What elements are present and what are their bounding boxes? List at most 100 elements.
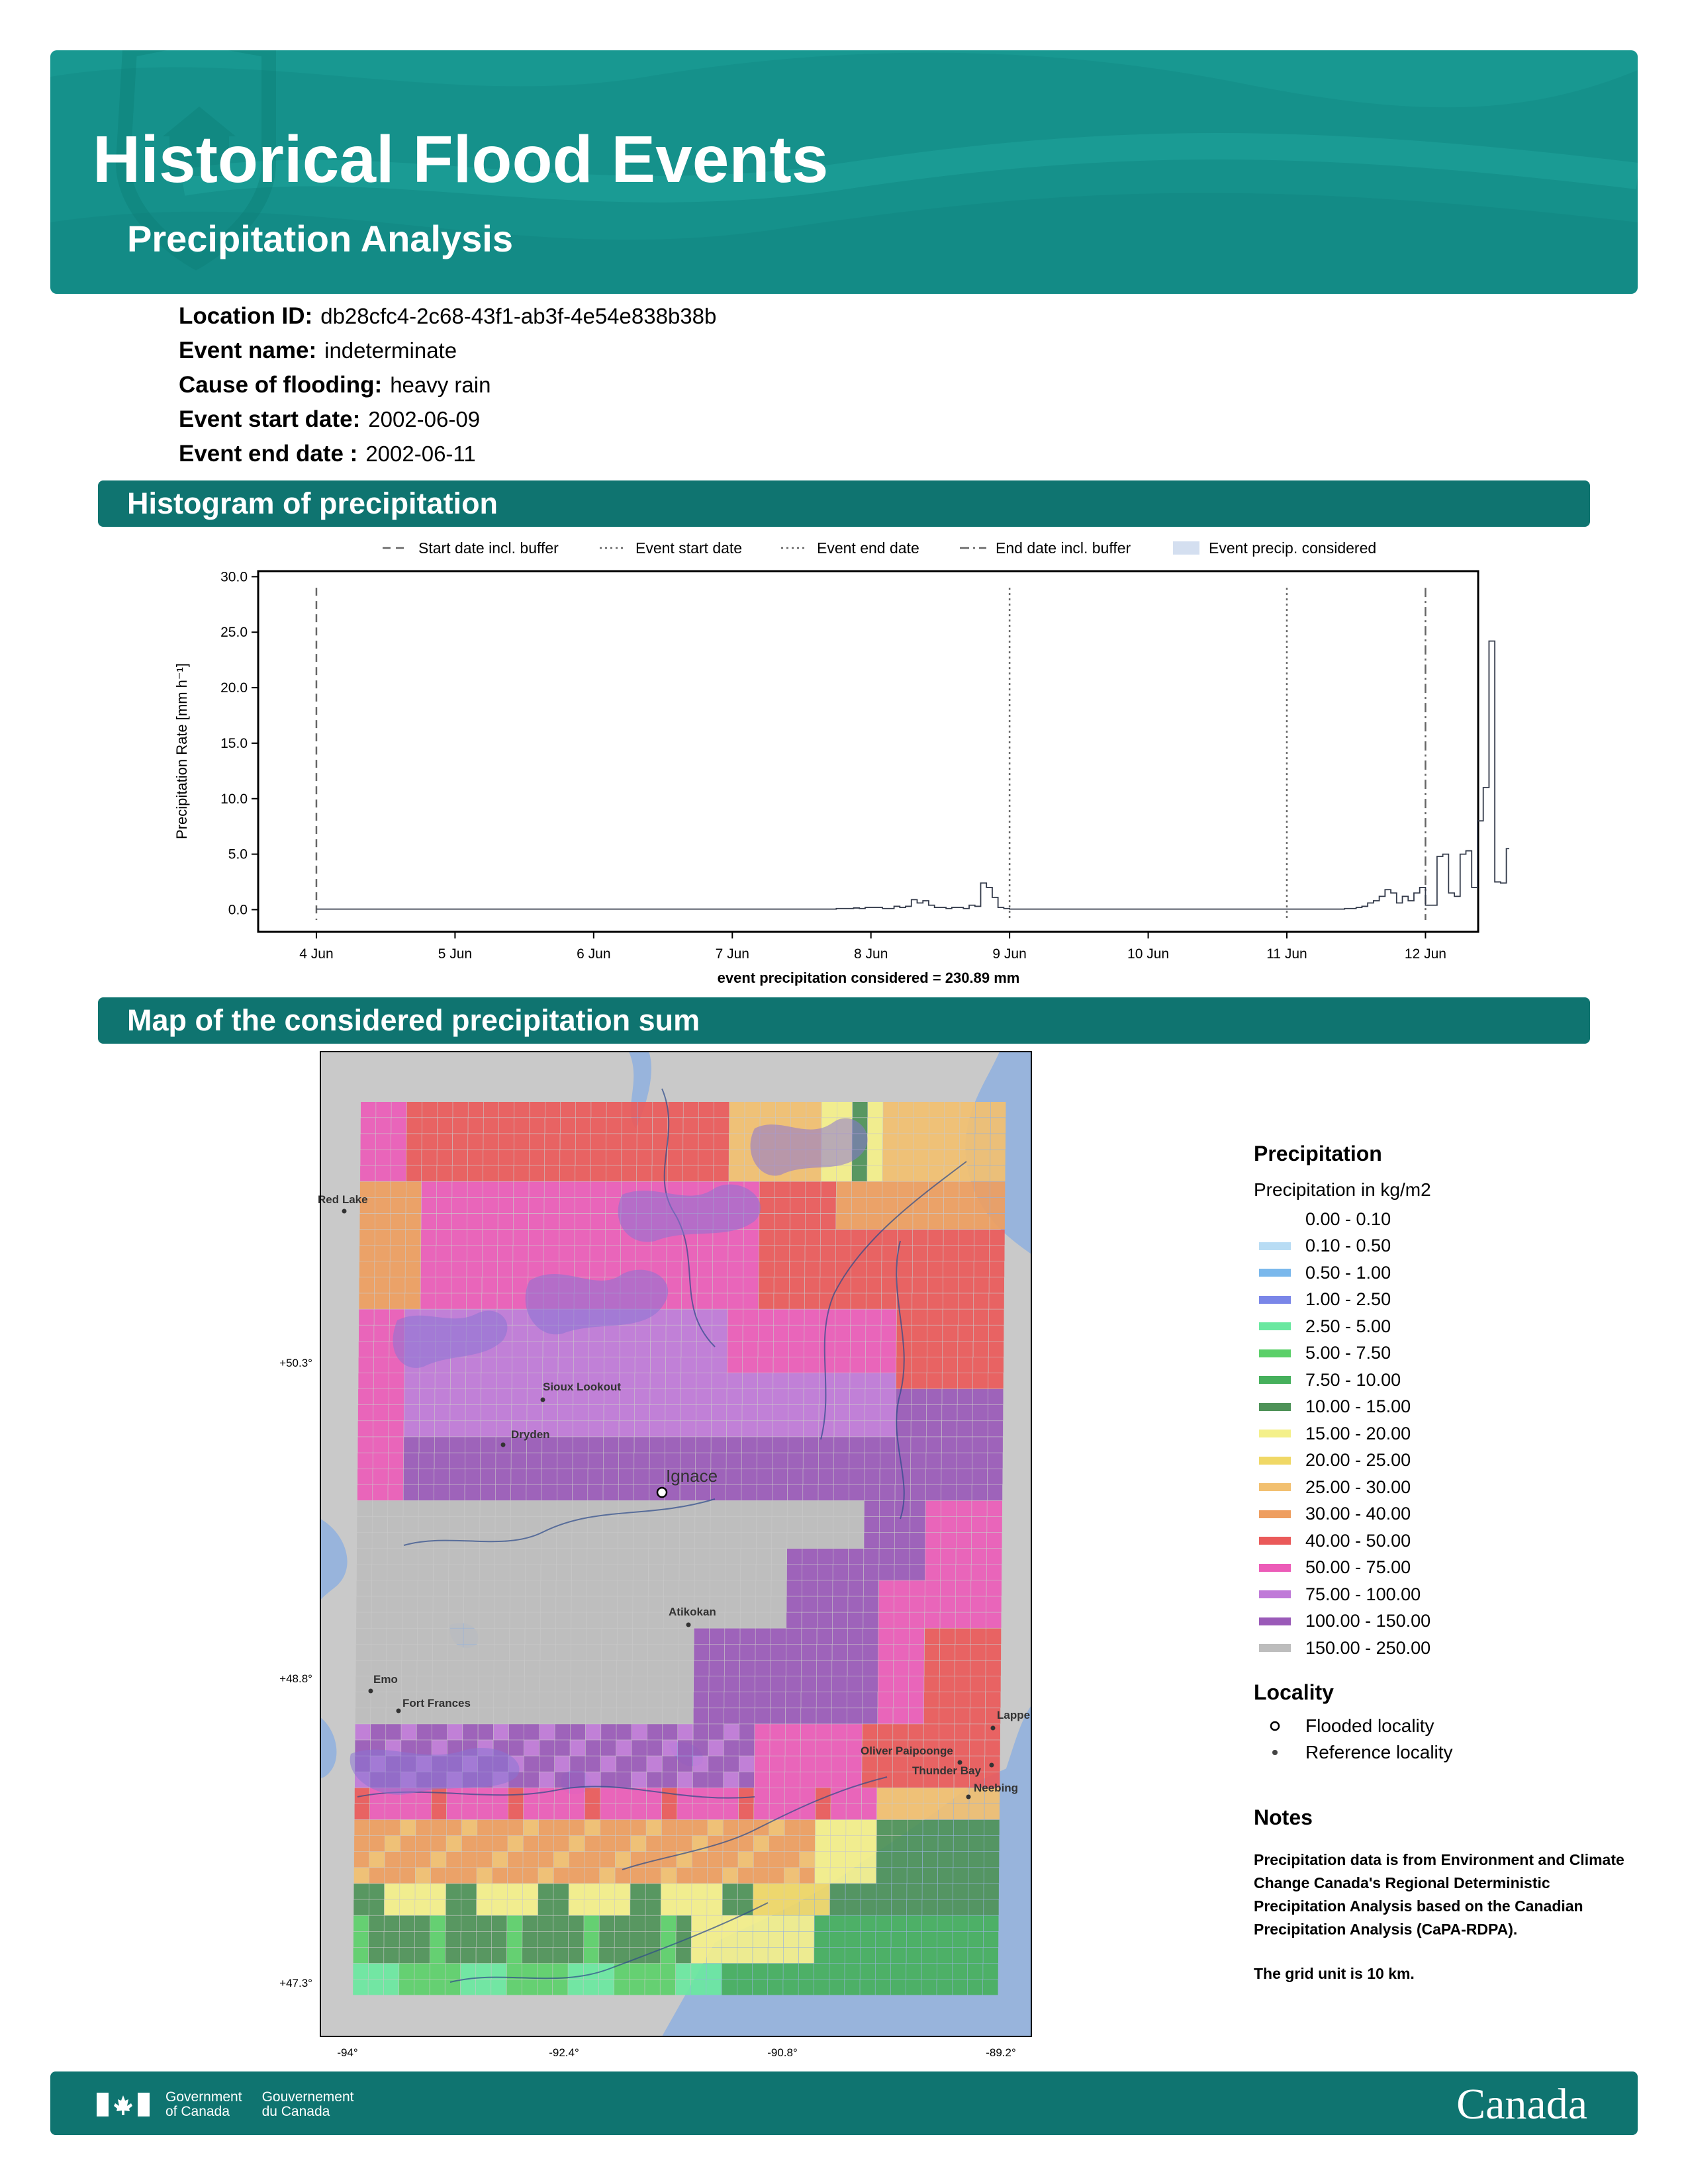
grid-cell (831, 1819, 846, 1836)
grid-cell (876, 1835, 892, 1852)
grid-cell (851, 1213, 867, 1230)
grid-cell (708, 1819, 723, 1836)
grid-cell (616, 1756, 632, 1772)
grid-cell (937, 1947, 953, 1964)
legend-class: 50.00 - 75.00 (1254, 1555, 1624, 1582)
grid-cell (497, 1293, 512, 1309)
grid-cell (662, 1772, 677, 1788)
grid-cell (785, 1756, 800, 1772)
grid-cell (526, 1500, 541, 1517)
grid-cell (668, 1102, 683, 1118)
grid-cell (990, 1213, 1005, 1230)
grid-cell (432, 1724, 447, 1740)
grid-cell (568, 1979, 583, 1995)
grid-cell (740, 1596, 756, 1612)
grid-cell (375, 1261, 390, 1277)
grid-cell (430, 1868, 446, 1884)
grid-cell (541, 1565, 556, 1580)
grid-cell (405, 1293, 420, 1309)
grid-cell (831, 1740, 847, 1756)
grid-cell (494, 1596, 510, 1612)
grid-cell (634, 1437, 649, 1453)
grid-cell (972, 1500, 987, 1517)
grid-cell (538, 1835, 554, 1852)
grid-cell (959, 1150, 975, 1165)
grid-cell (465, 1500, 480, 1517)
grid-cell (693, 1708, 709, 1724)
grid-cell (706, 1931, 722, 1948)
grid-cell (406, 1118, 422, 1134)
grid-cell (773, 1357, 788, 1373)
grid-cell (523, 1852, 538, 1868)
info-label: Event name: (179, 338, 317, 363)
grid-cell (861, 1884, 876, 1899)
grid-cell (541, 1580, 556, 1596)
grid-cell (606, 1134, 622, 1150)
grid-cell (452, 1197, 467, 1214)
grid-cell (820, 1246, 836, 1261)
grid-cell (590, 1150, 606, 1165)
grid-cell (631, 1819, 646, 1836)
grid-cell (709, 1644, 725, 1661)
grid-cell (357, 1549, 372, 1565)
grid-cell (666, 1341, 681, 1357)
grid-cell (622, 1118, 637, 1134)
grid-cell (557, 1405, 573, 1421)
grid-cell (769, 1884, 784, 1899)
grid-cell (540, 1596, 556, 1612)
grid-cell (677, 1835, 692, 1852)
grid-cell (647, 1660, 663, 1676)
grid-cell (943, 1246, 959, 1261)
grid-cell (464, 1565, 479, 1580)
page-title: Historical Flood Events (93, 122, 829, 197)
grid-cell (637, 1150, 652, 1165)
grid-cell (477, 1803, 492, 1820)
grid-cell (571, 1692, 586, 1708)
grid-cell (876, 1819, 892, 1836)
grid-cell (989, 1293, 1004, 1309)
grid-cell (821, 1102, 837, 1118)
grid-cell (447, 1676, 463, 1692)
grid-cell (971, 1580, 986, 1596)
grid-cell (388, 1469, 404, 1484)
grid-cell (696, 1309, 712, 1325)
grid-cell (508, 1724, 524, 1740)
grid-cell (664, 1549, 679, 1565)
grid-cell (743, 1277, 759, 1293)
grid-cell (463, 1612, 479, 1628)
grid-cell (876, 1884, 892, 1899)
grid-cell (851, 1229, 867, 1246)
grid-cell (371, 1644, 387, 1661)
grid-cell (775, 1102, 791, 1118)
grid-cell (667, 1134, 683, 1150)
grid-cell (910, 1580, 925, 1596)
grid-cell (647, 1644, 663, 1661)
grid-cell (650, 1388, 665, 1405)
grid-cell (769, 1788, 785, 1804)
grid-cell (430, 1947, 445, 1964)
grid-cell (693, 1740, 708, 1756)
grid-cell (845, 1979, 860, 1995)
lat-label: +48.8° (279, 1672, 312, 1685)
grid-cell (877, 1724, 893, 1740)
grid-cell (847, 1644, 863, 1661)
grid-cell (773, 1325, 789, 1341)
grid-cell (989, 1246, 1005, 1261)
grid-cell (742, 1357, 758, 1373)
grid-cell (569, 1915, 584, 1931)
grid-cell (742, 1373, 758, 1389)
info-row-end-date: Event end date : 2002-06-11 (179, 441, 716, 475)
grid-cell (875, 1963, 891, 1979)
grid-cell (463, 1676, 479, 1692)
grid-cell (831, 1756, 847, 1772)
grid-cell (959, 1134, 975, 1150)
grid-cell (355, 1628, 371, 1644)
grid-cell (586, 1676, 602, 1692)
grid-cell (601, 1692, 617, 1708)
grid-cell (589, 1341, 604, 1357)
grid-cell (648, 1565, 664, 1580)
legend-swatch (1259, 1483, 1291, 1492)
grid-cell (957, 1484, 972, 1501)
grid-cell (553, 1899, 569, 1915)
grid-cell (860, 1963, 876, 1979)
